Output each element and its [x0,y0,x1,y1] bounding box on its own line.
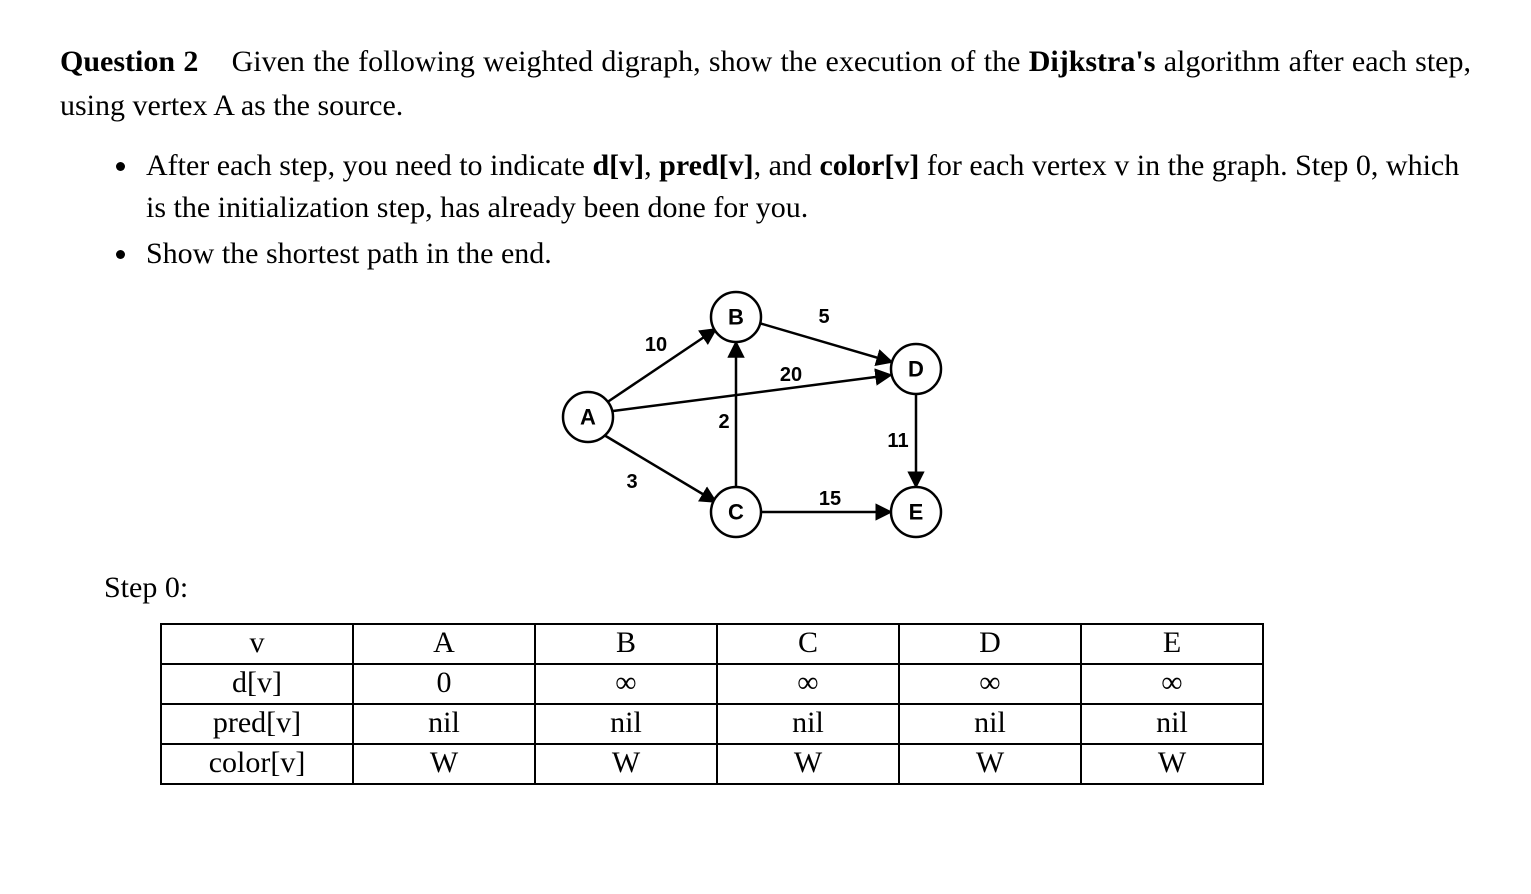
table-row: d[v] 0 ∞ ∞ ∞ ∞ [161,664,1263,704]
table-row: color[v] W W W W W [161,744,1263,784]
cell: W [535,744,717,784]
table-row: v A B C D E [161,624,1263,664]
col-header: E [1081,624,1263,664]
edge-label-ad: 20 [779,364,801,386]
edge-b-d [759,323,892,362]
pred-bold: pred[v] [659,149,753,182]
header-v: v [161,624,353,664]
cell: nil [535,704,717,744]
sep: , [644,149,659,182]
step-label: Step 0: [104,571,1471,605]
cell: nil [353,704,535,744]
question-prompt: Question 2 Given the following weighted … [60,40,1471,127]
edge-label-ce: 15 [818,488,840,510]
graph-container: 10 20 3 2 5 15 11 A B C [60,287,1471,547]
cell: 0 [353,664,535,704]
edge-label-bd: 5 [818,306,829,328]
col-header: C [717,624,899,664]
cell: ∞ [899,664,1081,704]
cell: ∞ [1081,664,1263,704]
dv-bold: d[v] [592,149,644,182]
node-label-a: A [580,405,596,430]
bullet2-text: Show the shortest path in the end. [146,237,552,270]
col-header: D [899,624,1081,664]
cell: ∞ [717,664,899,704]
color-bold: color[v] [819,149,919,182]
bullet1-text-a: After each step, you need to indicate [146,149,592,182]
list-item: After each step, you need to indicate d[… [140,145,1471,229]
page: Question 2 Given the following weighted … [0,0,1531,894]
cell: nil [717,704,899,744]
question-label: Question 2 [60,45,198,78]
table-row: pred[v] nil nil nil nil nil [161,704,1263,744]
list-item: Show the shortest path in the end. [140,233,1471,275]
algorithm-name: Dijkstra's [1029,45,1156,78]
node-label-c: C [728,500,744,525]
node-label-b: B [728,305,744,330]
cell: W [899,744,1081,784]
question-text-before: Given the following weighted digraph, sh… [232,45,1029,78]
edge-label-ab: 10 [644,334,666,356]
col-header: B [535,624,717,664]
cell: nil [1081,704,1263,744]
row-header-color: color[v] [161,744,353,784]
edge-label-de: 11 [887,430,908,452]
bullet-list: After each step, you need to indicate d[… [60,145,1471,275]
cell: W [717,744,899,784]
edge-a-c [604,435,716,502]
cell: nil [899,704,1081,744]
graph-svg: 10 20 3 2 5 15 11 A B C [546,287,986,547]
edge-label-cb: 2 [718,411,729,433]
row-header-pred: pred[v] [161,704,353,744]
step0-table: v A B C D E d[v] 0 ∞ ∞ ∞ ∞ pred[v] nil n… [160,623,1264,785]
edge-a-d [613,375,891,411]
sep: , and [754,149,820,182]
edge-label-ac: 3 [626,471,637,493]
node-label-d: D [908,357,924,382]
node-label-e: E [908,500,923,525]
row-header-d: d[v] [161,664,353,704]
col-header: A [353,624,535,664]
cell: W [1081,744,1263,784]
cell: W [353,744,535,784]
cell: ∞ [535,664,717,704]
